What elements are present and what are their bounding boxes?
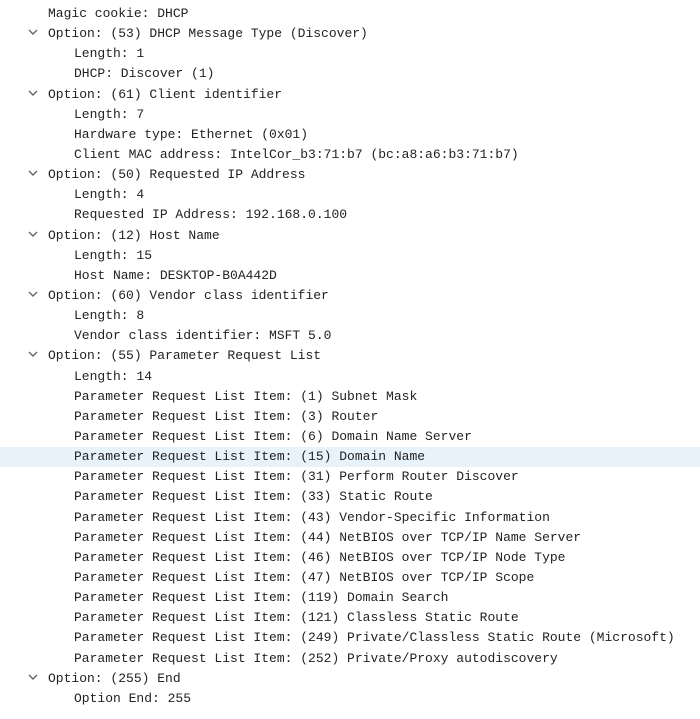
- tree-row[interactable]: Option: (53) DHCP Message Type (Discover…: [0, 24, 700, 44]
- packet-details-tree: Magic cookie: DHCP Option: (53) DHCP Mess…: [0, 0, 700, 719]
- tree-row-text: Option: (50) Requested IP Address: [48, 167, 305, 182]
- tree-row[interactable]: Parameter Request List Item: (44) NetBIO…: [0, 528, 700, 548]
- tree-row[interactable]: Parameter Request List Item: (47) NetBIO…: [0, 568, 700, 588]
- tree-row-text: Client MAC address: IntelCor_b3:71:b7 (b…: [74, 147, 519, 162]
- tree-row[interactable]: Host Name: DESKTOP-B0A442D: [0, 266, 700, 286]
- chevron-down-icon[interactable]: [28, 669, 42, 689]
- tree-row-text: Parameter Request List Item: (121) Class…: [74, 610, 519, 625]
- tree-row[interactable]: Parameter Request List Item: (15) Domain…: [0, 447, 700, 467]
- tree-row[interactable]: DHCP: Discover (1): [0, 64, 700, 84]
- tree-row[interactable]: Parameter Request List Item: (31) Perfor…: [0, 467, 700, 487]
- tree-row[interactable]: Option: (50) Requested IP Address: [0, 165, 700, 185]
- chevron-down-icon[interactable]: [28, 165, 42, 185]
- chevron-down-icon[interactable]: [28, 286, 42, 306]
- tree-row-text: Option: (255) End: [48, 671, 181, 686]
- tree-row-text: Parameter Request List Item: (119) Domai…: [74, 590, 448, 605]
- tree-row[interactable]: Parameter Request List Item: (121) Class…: [0, 608, 700, 628]
- tree-row-text: Requested IP Address: 192.168.0.100: [74, 207, 347, 222]
- tree-row-text: Parameter Request List Item: (31) Perfor…: [74, 469, 519, 484]
- tree-row-text: Hardware type: Ethernet (0x01): [74, 127, 308, 142]
- tree-row-text: Option: (53) DHCP Message Type (Discover…: [48, 26, 368, 41]
- tree-row[interactable]: Parameter Request List Item: (3) Router: [0, 407, 700, 427]
- tree-row[interactable]: Parameter Request List Item: (33) Static…: [0, 487, 700, 507]
- tree-row-text: Parameter Request List Item: (43) Vendor…: [74, 510, 550, 525]
- tree-row-text: Parameter Request List Item: (249) Priva…: [74, 630, 675, 645]
- tree-row[interactable]: Option: (55) Parameter Request List: [0, 346, 700, 366]
- chevron-down-icon[interactable]: [28, 226, 42, 246]
- tree-row-text: Length: 7: [74, 107, 144, 122]
- tree-row-text: Parameter Request List Item: (15) Domain…: [74, 449, 425, 464]
- tree-row-text: Host Name: DESKTOP-B0A442D: [74, 268, 277, 283]
- tree-row[interactable]: Length: 1: [0, 44, 700, 64]
- tree-row-text: Length: 8: [74, 308, 144, 323]
- tree-row[interactable]: Option: (12) Host Name: [0, 226, 700, 246]
- tree-row-text: Parameter Request List Item: (47) NetBIO…: [74, 570, 534, 585]
- tree-row[interactable]: Parameter Request List Item: (6) Domain …: [0, 427, 700, 447]
- tree-row-text: Vendor class identifier: MSFT 5.0: [74, 328, 331, 343]
- tree-row-text: DHCP: Discover (1): [74, 66, 214, 81]
- tree-row[interactable]: Parameter Request List Item: (252) Priva…: [0, 649, 700, 669]
- tree-row-text: Length: 14: [74, 369, 152, 384]
- tree-row-text: Parameter Request List Item: (1) Subnet …: [74, 389, 417, 404]
- tree-row[interactable]: Parameter Request List Item: (249) Priva…: [0, 628, 700, 648]
- tree-row-text: Magic cookie: DHCP: [48, 6, 188, 21]
- tree-row[interactable]: Length: 7: [0, 105, 700, 125]
- tree-row[interactable]: Length: 8: [0, 306, 700, 326]
- tree-row[interactable]: Parameter Request List Item: (43) Vendor…: [0, 508, 700, 528]
- tree-row-text: Option: (60) Vendor class identifier: [48, 288, 329, 303]
- tree-row[interactable]: Option: (60) Vendor class identifier: [0, 286, 700, 306]
- tree-row[interactable]: Option: (255) End: [0, 669, 700, 689]
- tree-row[interactable]: Parameter Request List Item: (1) Subnet …: [0, 387, 700, 407]
- tree-row[interactable]: Requested IP Address: 192.168.0.100: [0, 205, 700, 225]
- tree-row-text: Option: (12) Host Name: [48, 228, 220, 243]
- tree-row-text: Length: 4: [74, 187, 144, 202]
- tree-row[interactable]: Magic cookie: DHCP: [0, 4, 700, 24]
- tree-row[interactable]: Parameter Request List Item: (119) Domai…: [0, 588, 700, 608]
- tree-row[interactable]: Option: (61) Client identifier: [0, 85, 700, 105]
- tree-row[interactable]: Length: 14: [0, 367, 700, 387]
- tree-row[interactable]: Option End: 255: [0, 689, 700, 709]
- tree-row[interactable]: Client MAC address: IntelCor_b3:71:b7 (b…: [0, 145, 700, 165]
- tree-row-text: Parameter Request List Item: (46) NetBIO…: [74, 550, 565, 565]
- tree-row[interactable]: Hardware type: Ethernet (0x01): [0, 125, 700, 145]
- tree-row[interactable]: Length: 15: [0, 246, 700, 266]
- tree-row[interactable]: Length: 4: [0, 185, 700, 205]
- tree-row-text: Parameter Request List Item: (252) Priva…: [74, 651, 558, 666]
- chevron-down-icon[interactable]: [28, 24, 42, 44]
- tree-row-text: Parameter Request List Item: (6) Domain …: [74, 429, 472, 444]
- tree-row-text: Option: (61) Client identifier: [48, 87, 282, 102]
- tree-row-text: Parameter Request List Item: (44) NetBIO…: [74, 530, 581, 545]
- tree-row-text: Length: 1: [74, 46, 144, 61]
- chevron-down-icon[interactable]: [28, 346, 42, 366]
- tree-row-text: Parameter Request List Item: (33) Static…: [74, 489, 433, 504]
- tree-row-text: Option End: 255: [74, 691, 191, 706]
- chevron-down-icon[interactable]: [28, 85, 42, 105]
- tree-row-text: Parameter Request List Item: (3) Router: [74, 409, 378, 424]
- tree-row-text: Option: (55) Parameter Request List: [48, 348, 321, 363]
- tree-row[interactable]: Vendor class identifier: MSFT 5.0: [0, 326, 700, 346]
- tree-row[interactable]: Parameter Request List Item: (46) NetBIO…: [0, 548, 700, 568]
- tree-row-text: Length: 15: [74, 248, 152, 263]
